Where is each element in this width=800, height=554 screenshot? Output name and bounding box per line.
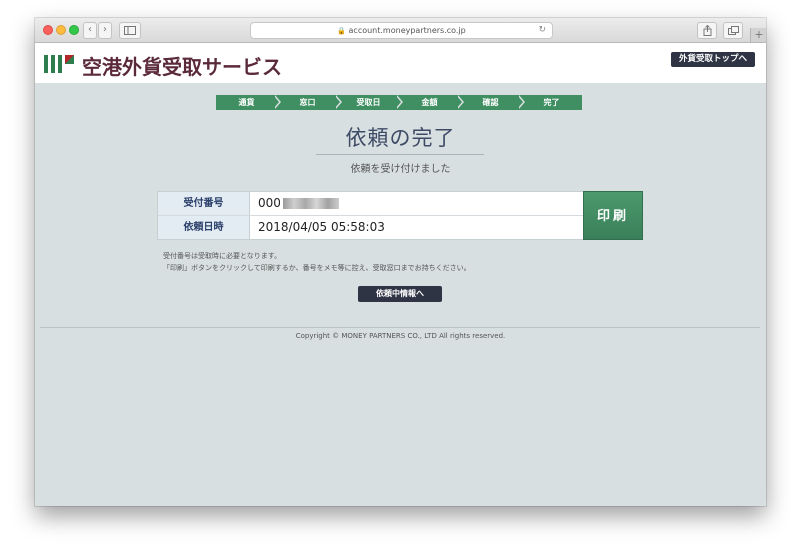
browser-titlebar: ‹ › 🔒 account.moneypartners.co.jp ↻ +: [35, 18, 766, 43]
note-line: 「印刷」ボタンをクリックして印刷するか、番号をメモ等に控え、受取窓口までお持ちく…: [163, 264, 471, 272]
table-row: 受付番号 000: [158, 192, 584, 216]
forward-button[interactable]: ›: [98, 22, 112, 39]
title-divider: [316, 154, 484, 155]
request-status-button[interactable]: 依頼中情報へ: [358, 286, 442, 302]
step-separator: [395, 95, 401, 109]
step-separator: [456, 95, 462, 109]
share-icon: [703, 24, 711, 36]
step-separator: [273, 95, 279, 109]
redacted-digits: [282, 198, 339, 209]
reload-icon[interactable]: ↻: [538, 23, 546, 38]
step-counter: 窓口: [299, 98, 316, 107]
browser-window: ‹ › 🔒 account.moneypartners.co.jp ↻ + 空港…: [35, 18, 766, 506]
chevron-left-icon: ‹: [88, 24, 92, 35]
service-top-button[interactable]: 外貨受取トップへ: [671, 52, 755, 67]
site-logo-text[interactable]: 空港外貨受取サービス: [82, 51, 282, 80]
notes: 受付番号は受取時に必要となります。 「印刷」ボタンをクリックして印刷するか、番号…: [163, 250, 471, 274]
chevron-right-icon: ›: [103, 24, 107, 35]
page-title: 依頼の完了: [345, 126, 456, 150]
back-button[interactable]: ‹: [83, 22, 97, 39]
progress-steps: 通貨 窓口 受取日 金額 確認 完了: [216, 95, 582, 110]
address-bar[interactable]: 🔒 account.moneypartners.co.jp ↻: [250, 22, 553, 39]
receipt-number-text: 000: [258, 196, 281, 210]
step-confirm: 確認: [482, 98, 499, 107]
tabs-icon: [727, 26, 739, 35]
footer-divider: [40, 327, 760, 328]
request-datetime-value: 2018/04/05 05:58:03: [258, 220, 385, 234]
receipt-number-label: 受付番号: [158, 192, 250, 215]
site-header: 空港外貨受取サービス 外貨受取トップへ: [35, 43, 766, 83]
copyright-text: Copyright © MONEY PARTNERS CO., LTD All …: [295, 332, 506, 340]
table-row: 依頼日時 2018/04/05 05:58:03: [158, 216, 584, 239]
step-pickup-date: 受取日: [356, 98, 381, 107]
request-datetime-label: 依頼日時: [158, 216, 250, 239]
step-complete: 完了: [543, 98, 560, 107]
minimize-window-button[interactable]: [56, 25, 66, 35]
new-tab-button[interactable]: +: [750, 28, 766, 42]
close-window-button[interactable]: [43, 25, 53, 35]
tabs-overview-button[interactable]: [723, 22, 743, 39]
plus-icon: +: [754, 28, 764, 41]
note-line: 受付番号は受取時に必要となります。: [163, 252, 282, 260]
print-button[interactable]: 印刷: [583, 191, 643, 240]
sidebar-button[interactable]: [119, 22, 141, 39]
step-separator: [517, 95, 523, 109]
page-subtitle: 依頼を受け付けました: [350, 164, 451, 175]
step-currency: 通貨: [238, 98, 255, 107]
step-amount: 金額: [421, 98, 438, 107]
receipt-number-value: 000: [258, 192, 339, 215]
result-table: 受付番号 000 依頼日時 2018/04/05 05:58:03: [157, 191, 585, 240]
sidebar-icon: [124, 26, 136, 35]
zoom-window-button[interactable]: [69, 25, 79, 35]
share-button[interactable]: [697, 22, 717, 39]
url-text: account.moneypartners.co.jp: [348, 26, 466, 35]
step-separator: [334, 95, 340, 109]
lock-icon: 🔒: [337, 27, 346, 35]
